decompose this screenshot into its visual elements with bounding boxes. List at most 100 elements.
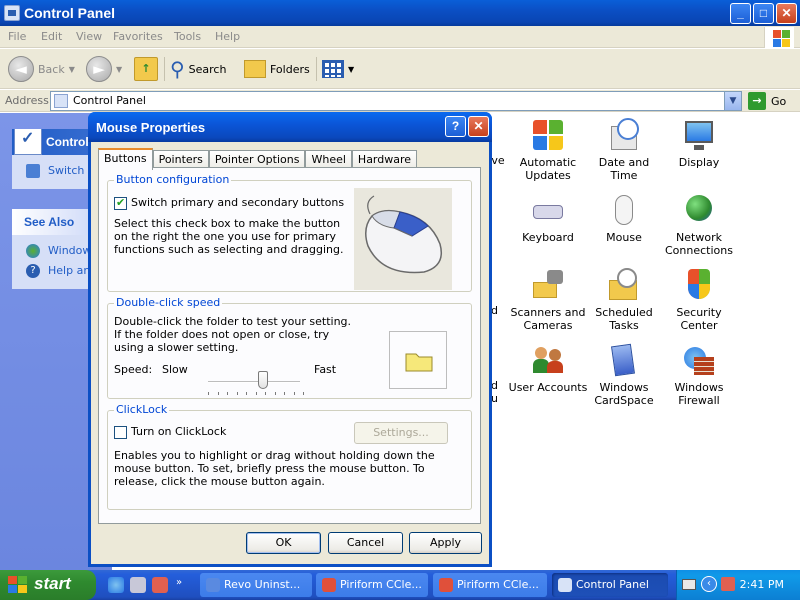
mouse-icon <box>607 193 641 227</box>
menu-bar: File Edit View Favorites Tools Help <box>0 26 800 48</box>
clock[interactable]: 2:41 PM <box>740 578 784 591</box>
folders-label: Folders <box>270 62 310 76</box>
menu-file[interactable]: File <box>8 30 26 43</box>
control-panel-items: tive t nd nd nu Automatic Updates Date a… <box>478 114 800 570</box>
dialog-close-button[interactable]: ✕ <box>468 116 489 137</box>
task-ccleaner-1[interactable]: Piriform CCle... <box>316 573 428 597</box>
clicklock-check-icon <box>114 425 127 439</box>
scheduled-tasks-item[interactable]: Scheduled Tasks <box>584 268 664 332</box>
display-item[interactable]: Display <box>659 118 739 169</box>
expand-tray-icon[interactable]: ‹ <box>701 576 717 592</box>
back-label: Back <box>38 62 65 76</box>
start-label: start <box>34 574 71 593</box>
button-configuration-title: Button configuration <box>114 173 232 186</box>
views-icon <box>322 60 344 78</box>
go-button[interactable]: → Go <box>748 92 786 110</box>
task-control-panel[interactable]: Control Panel <box>552 573 668 597</box>
slow-label: Slow <box>162 363 188 376</box>
views-button[interactable]: ▼ <box>322 55 354 83</box>
up-folder-button[interactable]: ↑ <box>134 55 158 83</box>
address-dropdown-icon[interactable]: ▼ <box>724 92 741 110</box>
button-configuration-description: Select this check box to make the button… <box>114 217 344 256</box>
media-player-icon[interactable] <box>152 577 168 593</box>
menu-edit[interactable]: Edit <box>41 30 62 43</box>
back-arrow-icon: ◄ <box>8 56 34 82</box>
menu-favorites[interactable]: Favorites <box>113 30 163 43</box>
tab-buttons[interactable]: Buttons <box>98 148 153 170</box>
cancel-button[interactable]: Cancel <box>328 532 403 554</box>
folders-button[interactable]: Folders <box>244 55 310 83</box>
speed-slider-thumb[interactable] <box>258 371 269 389</box>
firewall-icon <box>682 343 716 377</box>
maximize-button[interactable]: □ <box>753 3 774 24</box>
search-button[interactable]: ⚲ Search <box>170 55 226 83</box>
network-connections-icon <box>682 193 716 227</box>
search-label: Search <box>188 62 227 76</box>
minimize-button[interactable]: _ <box>730 3 751 24</box>
keyboard-item[interactable]: Keyboard <box>508 193 588 244</box>
scheduled-tasks-icon <box>607 268 641 302</box>
address-bar: Address Control Panel ▼ → Go <box>0 90 800 112</box>
double-click-speed-title: Double-click speed <box>114 296 223 309</box>
search-icon: ⚲ <box>170 57 185 81</box>
switch-view-icon <box>26 164 40 178</box>
go-arrow-icon: → <box>748 92 766 110</box>
close-button[interactable]: ✕ <box>776 3 797 24</box>
dialog-title: Mouse Properties <box>96 120 206 135</box>
dialog-titlebar[interactable]: Mouse Properties ? ✕ <box>88 112 492 142</box>
folders-icon <box>244 60 266 78</box>
firewall-item[interactable]: Windows Firewall <box>659 343 739 407</box>
task-ccleaner-2[interactable]: Piriform CCle... <box>433 573 547 597</box>
up-folder-icon: ↑ <box>134 57 158 81</box>
menu-help[interactable]: Help <box>215 30 240 43</box>
clicklock-checkbox[interactable]: Turn on ClickLock <box>114 425 226 439</box>
control-panel-head-icon <box>14 129 42 155</box>
folder-icon <box>405 353 433 372</box>
mouse-illustration-icon <box>354 188 452 290</box>
slider-ticks <box>208 392 304 396</box>
back-button[interactable]: ◄ Back ▼ <box>8 55 75 83</box>
show-desktop-icon[interactable] <box>130 577 146 593</box>
window-title: Control Panel <box>24 5 116 21</box>
network-connections-item[interactable]: Network Connections <box>659 193 739 257</box>
task-revo-uninstaller[interactable]: Revo Uninst... <box>200 573 312 597</box>
views-dropdown-icon: ▼ <box>348 64 355 74</box>
double-click-description: Double-click the folder to test your set… <box>114 315 352 354</box>
clicklock-group: ClickLock Turn on ClickLock Settings... … <box>107 403 472 510</box>
menu-view[interactable]: View <box>76 30 102 43</box>
dialog-help-button[interactable]: ? <box>445 116 466 137</box>
forward-button[interactable]: ► ▼ <box>86 55 122 83</box>
double-click-speed-slider[interactable] <box>208 381 300 383</box>
test-folder[interactable] <box>389 331 447 389</box>
clicklock-settings-button[interactable]: Settings... <box>354 422 448 444</box>
keyboard-icon <box>531 193 565 227</box>
switch-buttons-checkbox[interactable]: Switch primary and secondary buttons <box>114 196 344 210</box>
mouse-item[interactable]: Mouse <box>584 193 664 244</box>
control-panel-task-icon <box>558 578 572 592</box>
ccleaner-icon <box>439 578 453 592</box>
apply-button[interactable]: Apply <box>409 532 482 554</box>
back-dropdown-icon[interactable]: ▼ <box>69 65 75 74</box>
date-time-item[interactable]: Date and Time <box>584 118 664 182</box>
user-accounts-item[interactable]: User Accounts <box>508 343 588 394</box>
forward-dropdown-icon[interactable]: ▼ <box>116 65 122 74</box>
dialog-tabs: Buttons Pointers Pointer Options Wheel H… <box>98 148 418 170</box>
keyboard-tray-icon[interactable] <box>682 579 696 590</box>
window-titlebar[interactable]: Control Panel _ □ ✕ <box>0 0 800 26</box>
ok-button[interactable]: OK <box>246 532 321 554</box>
scanners-cameras-item[interactable]: Scanners and Cameras <box>508 268 588 332</box>
menu-tools[interactable]: Tools <box>174 30 201 43</box>
start-button[interactable]: start <box>0 570 96 600</box>
internet-explorer-icon[interactable] <box>108 577 124 593</box>
control-panel-icon <box>4 5 20 21</box>
quick-launch-expand-icon[interactable]: » <box>176 577 188 593</box>
security-center-icon <box>682 268 716 302</box>
address-input[interactable]: Control Panel ▼ <box>50 91 742 111</box>
cardspace-item[interactable]: Windows CardSpace <box>584 343 664 407</box>
windows-logo-icon <box>764 27 794 48</box>
speed-label: Speed: <box>114 363 153 376</box>
mouse-properties-dialog: Mouse Properties ? ✕ Buttons Pointers Po… <box>88 112 492 567</box>
tray-app-icon[interactable] <box>721 577 735 591</box>
automatic-updates-item[interactable]: Automatic Updates <box>508 118 588 182</box>
security-center-item[interactable]: Security Center <box>659 268 739 332</box>
